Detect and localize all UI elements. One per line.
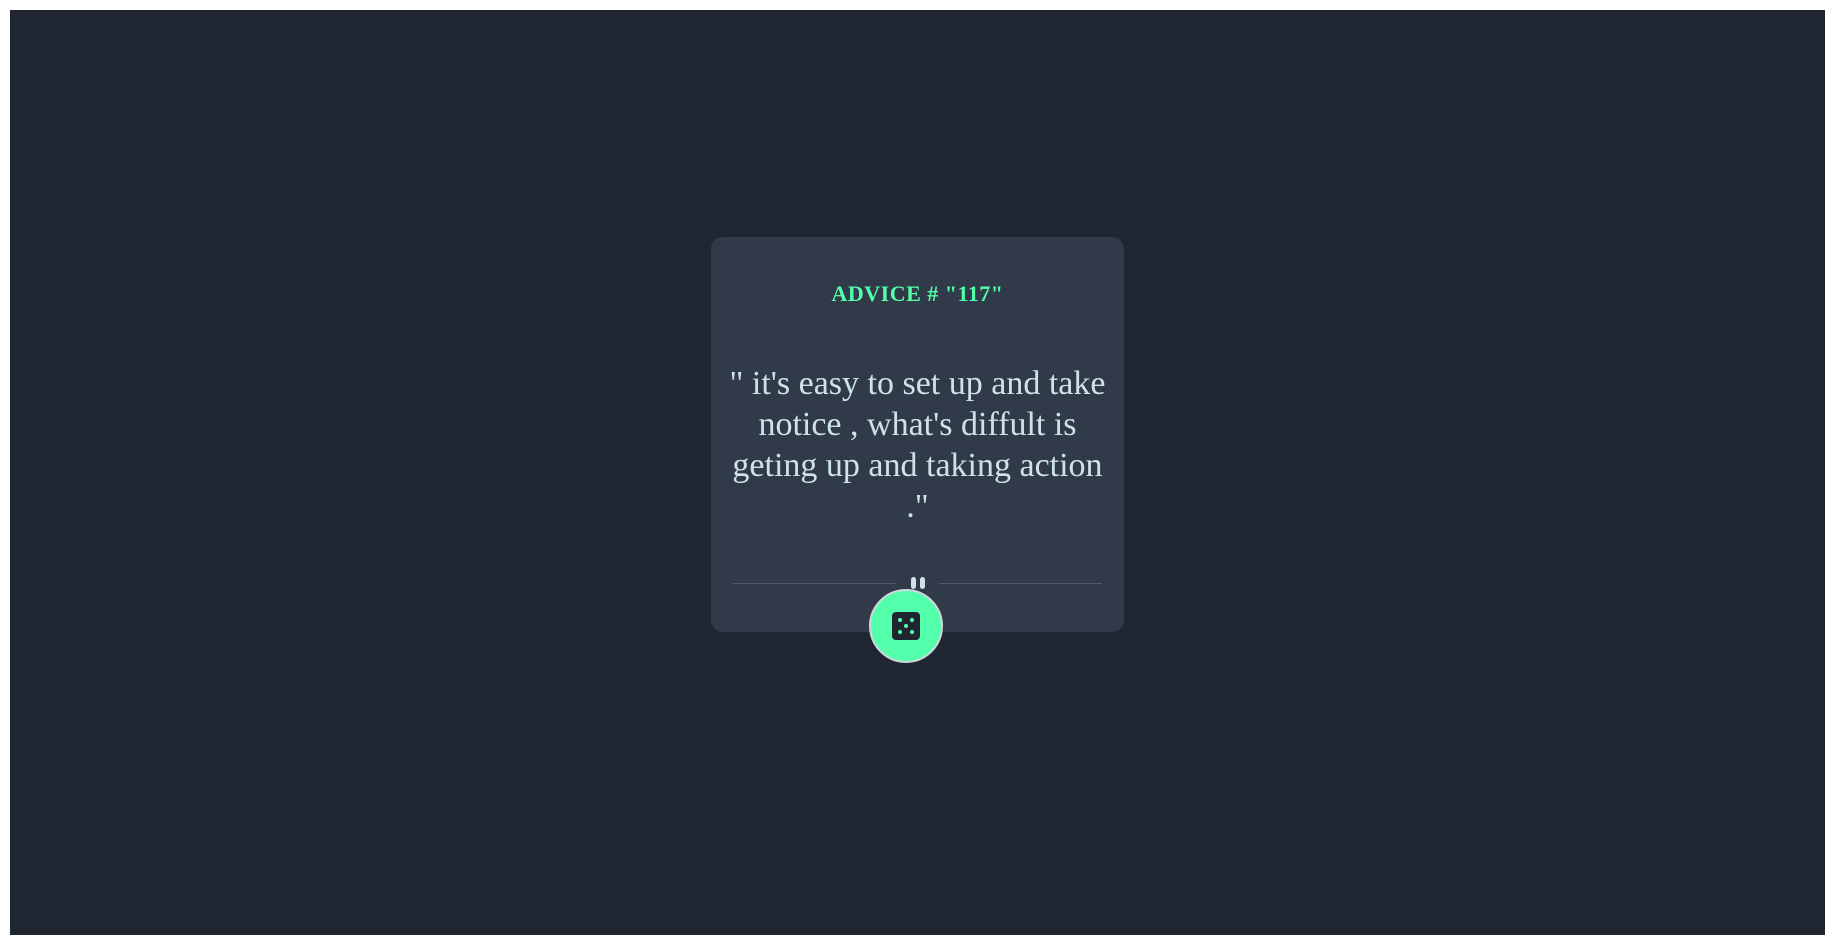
app-background: ADVICE # "117" " it's easy to set up and… — [10, 10, 1825, 935]
advice-number: ADVICE # "117" — [831, 281, 1004, 306]
dice-icon — [892, 612, 920, 640]
advice-card: ADVICE # "117" " it's easy to set up and… — [711, 237, 1124, 632]
new-advice-button[interactable] — [869, 589, 943, 663]
advice-quote: " it's easy to set up and take notice , … — [729, 365, 1106, 525]
pattern-divider — [733, 577, 1102, 589]
divider-line-right — [939, 583, 1102, 584]
pause-icon — [909, 577, 927, 589]
divider-line-left — [733, 583, 896, 584]
